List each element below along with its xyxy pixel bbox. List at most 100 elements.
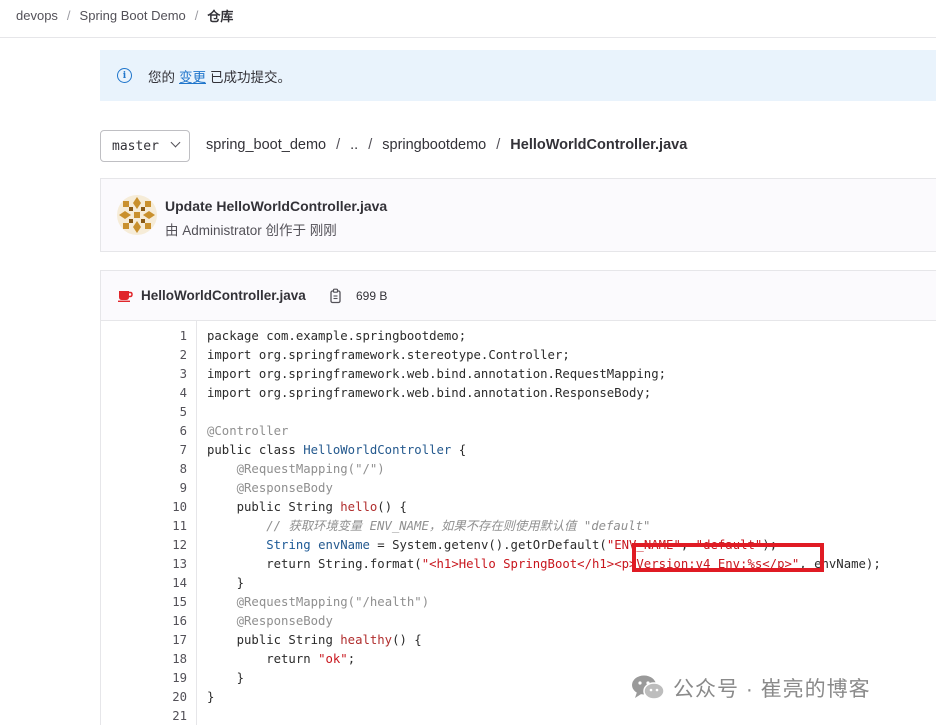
alert-suffix: 已成功提交。 xyxy=(210,69,291,85)
line-number[interactable]: 16 xyxy=(147,612,187,631)
code-token: @ResponseBody xyxy=(236,614,333,628)
path-separator: / xyxy=(336,137,341,153)
last-commit-panel: Update HelloWorldController.java 由 Admin… xyxy=(100,178,936,252)
highlight-annotation-box xyxy=(632,543,824,572)
code-line: @RequestMapping("/") xyxy=(207,460,385,479)
watermark: 公众号 · 崔亮的博客 xyxy=(631,673,871,703)
code-token: package com.example.springbootdemo; xyxy=(207,329,467,343)
file-size: 699 B xyxy=(356,289,388,303)
line-number[interactable]: 8 xyxy=(147,460,187,479)
line-number[interactable]: 11 xyxy=(147,517,187,536)
breadcrumb-item-project[interactable]: Spring Boot Demo xyxy=(80,8,186,23)
line-number[interactable]: 12 xyxy=(147,536,187,555)
code-token: public class xyxy=(207,443,304,457)
line-number[interactable]: 1 xyxy=(147,327,187,346)
alert-changes-link[interactable]: 变更 xyxy=(179,66,206,86)
chevron-down-icon xyxy=(170,137,181,148)
path-item-folder[interactable]: springbootdemo xyxy=(382,137,486,153)
code-token: import org.springframework.web.bind.anno… xyxy=(207,386,652,400)
code-token: @RequestMapping("/health") xyxy=(236,595,430,609)
code-token: } xyxy=(207,690,215,704)
line-number-gutter: 1 2 3 4 5 6 7 8 9 10 11 12 13 14 15 16 17 18 19 20 21 xyxy=(101,321,197,725)
code-line: @ResponseBody xyxy=(207,479,333,498)
code-line: return "ok"; xyxy=(207,650,355,669)
breadcrumb-separator: / xyxy=(194,8,199,23)
line-number[interactable]: 7 xyxy=(147,441,187,460)
code-token: HelloWorldController xyxy=(303,443,452,457)
file-viewer: HelloWorldController.java 699 B 12345678… xyxy=(100,270,936,725)
line-number[interactable]: 15 xyxy=(147,593,187,612)
code-line: public String hello() { xyxy=(207,498,407,517)
commit-title[interactable]: Update HelloWorldController.java xyxy=(165,198,387,214)
code-line: } xyxy=(207,688,214,707)
line-number[interactable]: 17 xyxy=(147,631,187,650)
code-line: import org.springframework.web.bind.anno… xyxy=(207,384,651,403)
line-number[interactable]: 19 xyxy=(147,669,187,688)
line-number[interactable]: 13 xyxy=(147,555,187,574)
line-number[interactable]: 18 xyxy=(147,650,187,669)
code-token: healthy xyxy=(340,633,393,647)
line-number[interactable]: 5 xyxy=(147,403,187,422)
code-token: // 获取环境变量 ENV_NAME，如果不存在则使用默认值 "default" xyxy=(266,519,651,533)
code-token: return xyxy=(207,652,319,666)
code-view: 1 2 3 4 5 6 7 8 9 10 11 12 13 14 15 16 17 18 19 20 21 packag… xyxy=(101,321,936,725)
line-number[interactable]: 2 xyxy=(147,346,187,365)
watermark-text: 公众号 · 崔亮的博客 xyxy=(673,678,871,701)
info-icon: i xyxy=(117,68,132,83)
alert-prefix: 您的 xyxy=(148,69,175,85)
commit-meta: 由 Administrator 创作于 刚刚 xyxy=(165,223,337,238)
breadcrumb: devops / Spring Boot Demo / 仓库 xyxy=(16,6,233,25)
code-line: @Controller xyxy=(207,422,288,441)
code-line: package com.example.springbootdemo; xyxy=(207,327,466,346)
breadcrumb-item-devops[interactable]: devops xyxy=(16,8,58,23)
path-separator: / xyxy=(368,137,373,153)
branch-selector[interactable]: master xyxy=(100,130,190,162)
code-line: public class HelloWorldController { xyxy=(207,441,466,460)
code-token: "ok" xyxy=(318,652,348,666)
code-token: ; xyxy=(347,652,356,666)
line-number[interactable]: 4 xyxy=(147,384,187,403)
path-separator: / xyxy=(496,137,501,153)
line-number[interactable]: 21 xyxy=(147,707,187,725)
code-token: { xyxy=(451,443,467,457)
code-line: import org.springframework.web.bind.anno… xyxy=(207,365,666,384)
path-item-file: HelloWorldController.java xyxy=(510,137,688,153)
avatar[interactable] xyxy=(117,195,157,235)
top-divider xyxy=(0,37,936,38)
code-token: @ResponseBody xyxy=(236,481,333,495)
breadcrumb-item-repository[interactable]: 仓库 xyxy=(207,6,233,25)
success-alert: i 您的 变更 已成功提交。 xyxy=(100,50,936,101)
path-item-repo[interactable]: spring_boot_demo xyxy=(206,137,326,153)
code-token: return String.format( xyxy=(207,557,422,571)
branch-name: master xyxy=(112,138,159,154)
code-token: } xyxy=(207,576,245,590)
file-path-breadcrumb: spring_boot_demo / .. / springbootdemo /… xyxy=(206,137,687,153)
code-token: hello xyxy=(340,500,378,514)
java-file-icon xyxy=(118,288,133,302)
file-header: HelloWorldController.java 699 B xyxy=(101,271,936,321)
code-token: = System.getenv().getOrDefault( xyxy=(369,538,607,552)
line-number[interactable]: 14 xyxy=(147,574,187,593)
code-token: } xyxy=(207,671,245,685)
line-number[interactable]: 3 xyxy=(147,365,187,384)
breadcrumb-separator: / xyxy=(66,8,71,23)
code-line: // 获取环境变量 ENV_NAME，如果不存在则使用默认值 "default" xyxy=(207,517,650,536)
code-token: String xyxy=(266,538,311,552)
code-token: import org.springframework.stereotype.Co… xyxy=(207,348,570,362)
line-number[interactable]: 6 xyxy=(147,422,187,441)
line-number[interactable]: 9 xyxy=(147,479,187,498)
copy-icon[interactable] xyxy=(329,288,343,304)
wechat-icon xyxy=(632,675,665,700)
code-line: } xyxy=(207,574,244,593)
line-number[interactable]: 10 xyxy=(147,498,187,517)
code-token: @Controller xyxy=(207,424,289,438)
path-item-ellipsis[interactable]: .. xyxy=(350,137,358,153)
line-number[interactable]: 20 xyxy=(147,688,187,707)
code-line: } xyxy=(207,669,244,688)
